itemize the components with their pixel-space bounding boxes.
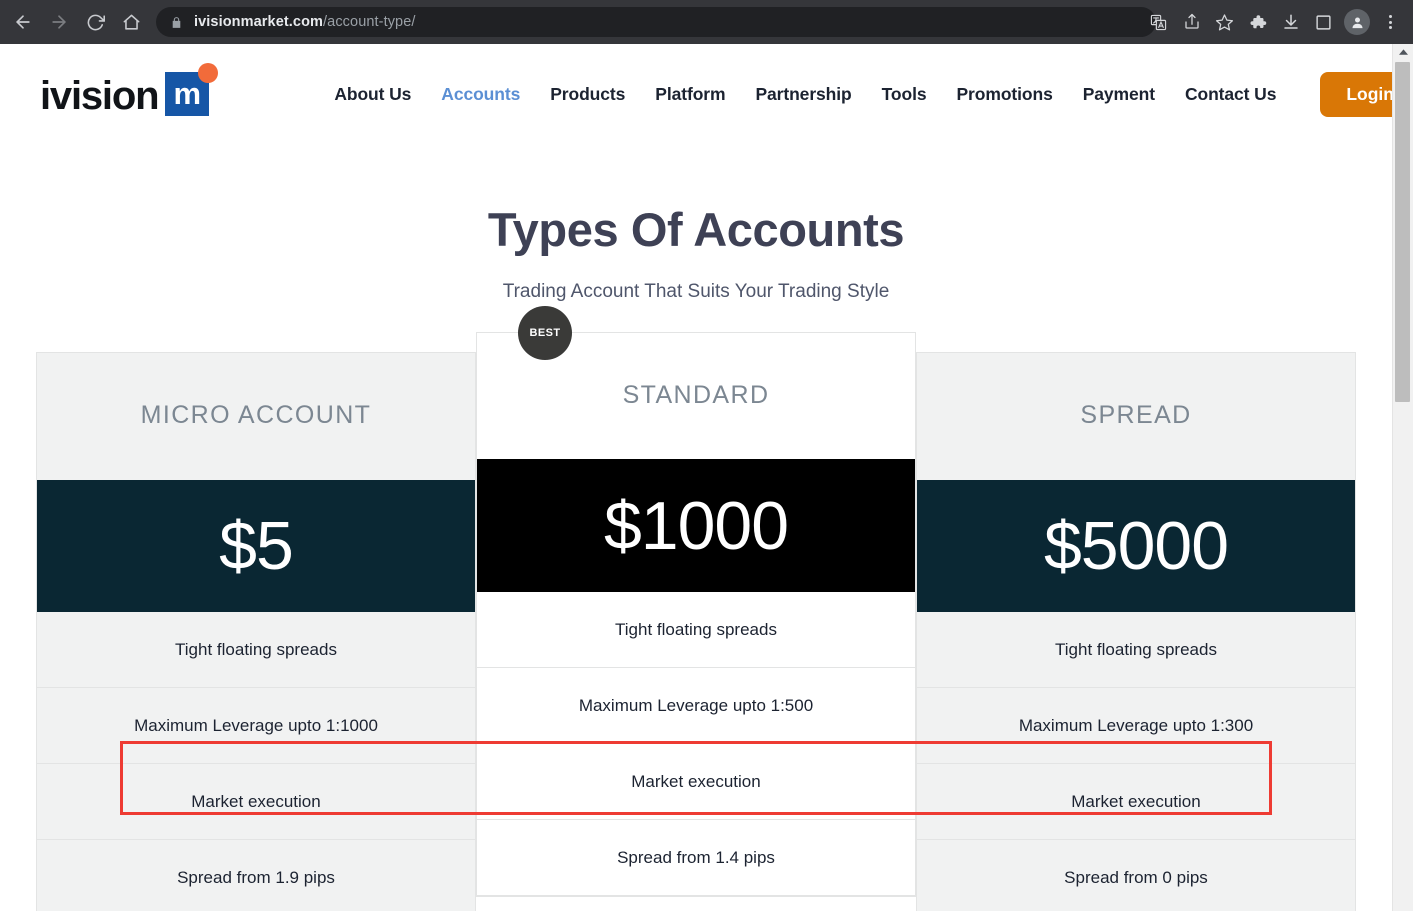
back-arrow-icon[interactable] [6, 5, 40, 39]
page-subtitle: Trading Account That Suits Your Trading … [502, 281, 890, 302]
nav-item-platform[interactable]: Platform [655, 84, 725, 105]
card-feature: Spread from 1.9 pips [37, 840, 475, 911]
card-feature: Market execution [37, 764, 475, 840]
card-feature-leverage: Maximum Leverage upto 1:500 [477, 668, 915, 744]
card-price-micro: $5 [37, 480, 475, 612]
card-feature: Market execution [477, 744, 915, 820]
card-feature: Tight floating spreads [477, 592, 915, 668]
logo-badge: m [165, 63, 219, 116]
profile-avatar-icon[interactable] [1344, 9, 1370, 35]
card-feature: Spread from 1.4 pips [477, 820, 915, 896]
nav-item-tools[interactable]: Tools [882, 84, 927, 105]
login-button[interactable]: Login [1320, 71, 1392, 117]
browser-nav-buttons [0, 5, 148, 39]
nav-item-contact-us[interactable]: Contact Us [1185, 84, 1276, 105]
nav-item-partnership[interactable]: Partnership [755, 84, 851, 105]
lock-icon [170, 16, 183, 29]
pricing-card-spread[interactable]: SPREAD $5000 Tight floating spreads Maxi… [916, 352, 1356, 911]
page-viewport: ivision m About Us Accounts Products Pla… [0, 44, 1392, 911]
nav-item-about-us[interactable]: About Us [334, 84, 411, 105]
extensions-puzzle-icon[interactable] [1241, 6, 1274, 39]
url-domain: ivisionmarket.com [194, 14, 324, 30]
forward-arrow-icon[interactable] [42, 5, 76, 39]
pricing-cards: MICRO ACCOUNT $5 Tight floating spreads … [0, 306, 1392, 911]
reload-icon[interactable] [78, 5, 112, 39]
hero-section: Types Of Accounts Trading Account That S… [0, 144, 1392, 303]
logo-dot-icon [198, 63, 219, 83]
card-title-micro: MICRO ACCOUNT [140, 401, 372, 429]
site-header: ivision m About Us Accounts Products Pla… [0, 44, 1392, 144]
card-feature: Tight floating spreads [917, 612, 1355, 688]
site-logo[interactable]: ivision m [40, 63, 219, 118]
home-icon[interactable] [114, 5, 148, 39]
card-feature: Market execution [917, 764, 1355, 840]
card-title-spread: SPREAD [1080, 401, 1192, 429]
logo-wordmark: ivision [40, 74, 160, 118]
page-title: Types Of Accounts [487, 203, 905, 256]
sidebar-panel-icon[interactable] [1307, 6, 1340, 39]
nav-item-products[interactable]: Products [550, 84, 625, 105]
address-bar[interactable]: ivisionmarket.com/account-type/ [156, 7, 1156, 37]
scrollbar-thumb[interactable] [1395, 62, 1410, 402]
card-feature: Tight floating spreads [37, 612, 475, 688]
url-path: /account-type/ [323, 14, 416, 30]
browser-toolbar: ivisionmarket.com/account-type/ [0, 0, 1413, 44]
card-price-standard: $1000 [477, 459, 915, 592]
pricing-card-micro-account[interactable]: MICRO ACCOUNT $5 Tight floating spreads … [36, 352, 476, 911]
page-scrollbar[interactable] [1392, 44, 1413, 911]
scrollbar-up-arrow-icon[interactable] [1393, 44, 1413, 61]
best-badge: BEST [518, 306, 572, 360]
chrome-menu-icon[interactable] [1374, 6, 1407, 39]
browser-tool-icons [1142, 0, 1407, 44]
card-feature: Spread from 0 pips [917, 840, 1355, 911]
card-price-spread: $5000 [917, 480, 1355, 612]
share-icon[interactable] [1175, 6, 1208, 39]
nav-item-promotions[interactable]: Promotions [956, 84, 1052, 105]
nav-item-accounts[interactable]: Accounts [441, 84, 520, 105]
bookmark-star-icon[interactable] [1208, 6, 1241, 39]
url-text: ivisionmarket.com/account-type/ [194, 14, 416, 30]
translate-icon[interactable] [1142, 6, 1175, 39]
downloads-icon[interactable] [1274, 6, 1307, 39]
card-feature-leverage: Maximum Leverage upto 1:300 [917, 688, 1355, 764]
logo-badge-letter: m [173, 75, 202, 111]
main-navigation: About Us Accounts Products Platform Part… [334, 71, 1392, 117]
pricing-card-standard[interactable]: BEST STANDARD $1000 Tight floating sprea… [476, 306, 916, 897]
nav-item-payment[interactable]: Payment [1083, 84, 1155, 105]
card-feature-leverage: Maximum Leverage upto 1:1000 [37, 688, 475, 764]
